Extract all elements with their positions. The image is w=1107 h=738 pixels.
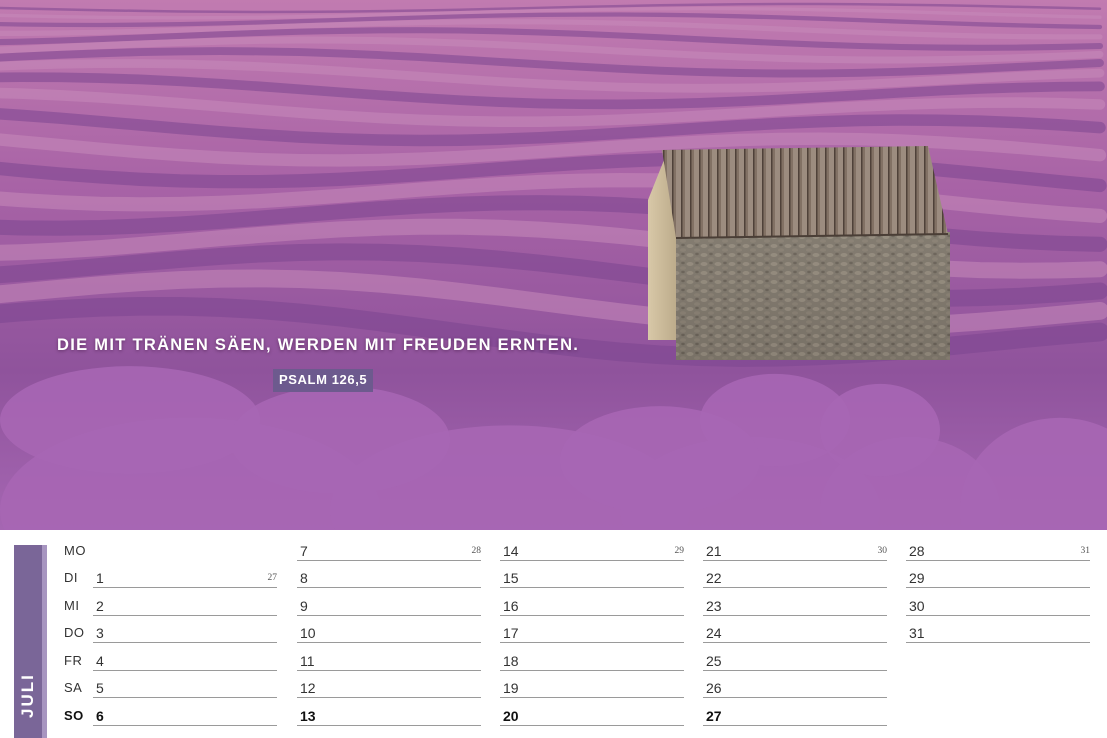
day-cell[interactable]: 10 (297, 623, 481, 643)
day-number: 1 (96, 570, 104, 586)
day-number: 15 (503, 570, 519, 586)
day-cell[interactable]: 25 (703, 651, 887, 671)
month-label: JULI (18, 673, 37, 718)
weekday-sa: SA (64, 680, 83, 695)
week-number: 27 (267, 573, 278, 583)
day-cell[interactable]: 2 (93, 596, 277, 616)
stone-hut (648, 146, 950, 360)
day-cell[interactable]: 19 (500, 678, 684, 698)
day-number: 8 (300, 570, 308, 586)
day-cell[interactable]: 22 (703, 568, 887, 588)
day-cell[interactable]: 27 (703, 706, 887, 726)
month-bar-stripe (42, 545, 47, 738)
day-number: 11 (300, 653, 315, 669)
lavender-mound (230, 386, 450, 494)
day-cell[interactable]: 5 (93, 678, 277, 698)
day-number: 27 (706, 708, 722, 724)
day-number: 6 (96, 708, 104, 724)
day-cell[interactable]: 20 (500, 706, 684, 726)
weekday-so: SO (64, 708, 84, 723)
day-cell[interactable]: 7 28 (297, 541, 481, 561)
day-cell[interactable]: 1 27 (93, 568, 277, 588)
weekday-do: DO (64, 625, 85, 640)
day-cell[interactable]: 29 (906, 568, 1090, 588)
day-number: 30 (909, 598, 925, 614)
day-cell[interactable]: 4 (93, 651, 277, 671)
day-number: 14 (503, 543, 519, 559)
day-cell[interactable]: 28 31 (906, 541, 1090, 561)
day-number: 12 (300, 680, 316, 696)
day-cell[interactable]: 6 (93, 706, 277, 726)
day-number: 22 (706, 570, 722, 586)
quote-text: DIE MIT TRÄNEN SÄEN, WERDEN MIT FREUDEN … (57, 336, 580, 354)
day-number: 5 (96, 680, 104, 696)
day-cell[interactable]: 31 (906, 623, 1090, 643)
week-number: 31 (1080, 546, 1091, 556)
weekday-fr: FR (64, 653, 83, 668)
day-number: 9 (300, 598, 308, 614)
lavender-mound (560, 406, 760, 514)
lavender-mound (0, 366, 260, 474)
day-number: 18 (503, 653, 519, 669)
day-number: 2 (96, 598, 104, 614)
day-number: 26 (706, 680, 722, 696)
day-number: 4 (96, 653, 104, 669)
day-number: 29 (909, 570, 925, 586)
day-number: 13 (300, 708, 316, 724)
week-number: 28 (471, 546, 482, 556)
day-cell[interactable]: 21 30 (703, 541, 887, 561)
weekday-mo: MO (64, 543, 86, 558)
week-number: 29 (674, 546, 685, 556)
day-cell[interactable]: 11 (297, 651, 481, 671)
day-number: 10 (300, 625, 316, 641)
weekday-di: DI (64, 570, 78, 585)
day-number: 3 (96, 625, 104, 641)
day-cell[interactable]: 13 (297, 706, 481, 726)
day-cell[interactable]: 16 (500, 596, 684, 616)
day-number: 23 (706, 598, 722, 614)
day-number: 20 (503, 708, 519, 724)
day-number: 17 (503, 625, 519, 641)
day-number: 19 (503, 680, 519, 696)
day-cell[interactable]: 26 (703, 678, 887, 698)
day-number: 7 (300, 543, 308, 559)
quote-source-badge: PSALM 126,5 (273, 369, 374, 392)
day-cell[interactable]: 15 (500, 568, 684, 588)
day-cell[interactable]: 18 (500, 651, 684, 671)
day-cell[interactable]: 30 (906, 596, 1090, 616)
day-cell[interactable]: 24 (703, 623, 887, 643)
day-cell[interactable]: 17 (500, 623, 684, 643)
weekday-mi: MI (64, 598, 80, 613)
lavender-field-illustration (0, 0, 1107, 530)
day-number: 21 (706, 543, 722, 559)
day-cell[interactable]: 23 (703, 596, 887, 616)
day-cell[interactable]: 8 (297, 568, 481, 588)
day-number: 31 (909, 625, 925, 641)
lavender-mound (820, 383, 940, 477)
day-cell[interactable]: 14 29 (500, 541, 684, 561)
day-cell[interactable]: 9 (297, 596, 481, 616)
lavender-field-photo: DIE MIT TRÄNEN SÄEN, WERDEN MIT FREUDEN … (0, 0, 1107, 530)
day-cell[interactable]: 12 (297, 678, 481, 698)
day-cell[interactable]: 3 (93, 623, 277, 643)
day-number: 24 (706, 625, 722, 641)
week-number: 30 (877, 546, 888, 556)
day-number: 16 (503, 598, 519, 614)
day-number: 25 (706, 653, 722, 669)
day-number: 28 (909, 543, 925, 559)
